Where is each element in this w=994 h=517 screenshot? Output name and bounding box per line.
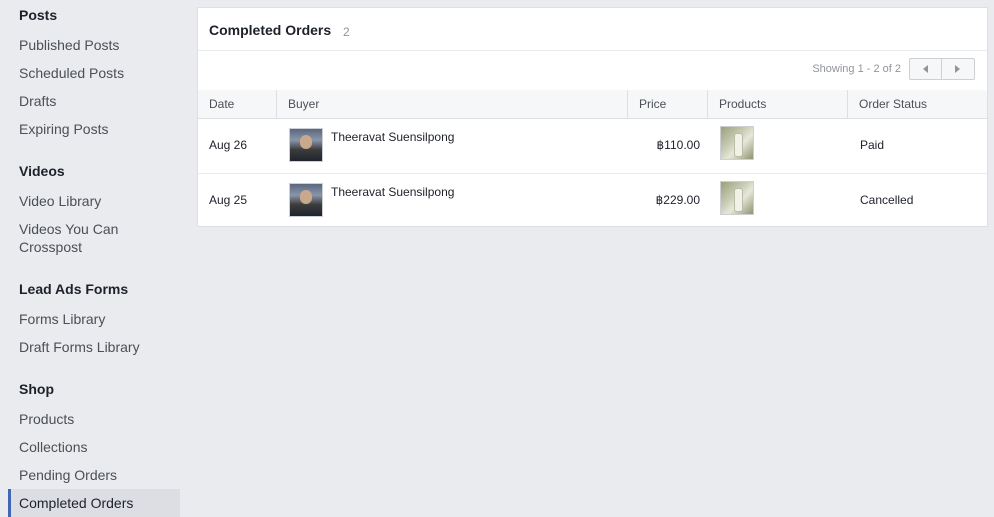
column-header-date[interactable]: Date (198, 90, 277, 118)
product-thumbnail[interactable] (720, 126, 754, 160)
order-price: ฿229.00 (655, 193, 700, 207)
sidebar-item-forms-library[interactable]: Forms Library (8, 310, 180, 328)
buyer-avatar[interactable] (289, 183, 323, 217)
sidebar-item-video-library[interactable]: Video Library (8, 192, 180, 210)
product-thumbnail[interactable] (720, 181, 754, 215)
sidebar-item-drafts[interactable]: Drafts (8, 92, 180, 110)
chevron-left-icon (923, 65, 928, 73)
order-count-badge: 2 (343, 25, 350, 39)
buyer-name[interactable]: Theeravat Suensilpong (331, 130, 454, 144)
table-header: Date Buyer Price Products Order Status (198, 90, 987, 119)
section-title-videos: Videos (19, 163, 65, 179)
sidebar-item-draft-forms-library[interactable]: Draft Forms Library (8, 338, 180, 356)
sidebar-item-completed-orders[interactable]: Completed Orders (8, 489, 180, 517)
sidebar-item-scheduled-posts[interactable]: Scheduled Posts (8, 64, 180, 82)
order-date: Aug 26 (209, 138, 248, 152)
buyer-name[interactable]: Theeravat Suensilpong (331, 185, 454, 199)
section-title-lead-ads-forms: Lead Ads Forms (19, 281, 129, 297)
page-title: Completed Orders (209, 22, 332, 38)
section-title-posts: Posts (19, 7, 58, 23)
sidebar: Posts Published Posts Scheduled Posts Dr… (0, 0, 180, 517)
sidebar-item-videos-you-can-crosspost[interactable]: Videos You Can Crosspost (8, 220, 158, 256)
sidebar-item-published-posts[interactable]: Published Posts (8, 36, 180, 54)
order-date: Aug 25 (209, 193, 248, 207)
pager-status: Showing 1 - 2 of 2 (812, 63, 901, 75)
table-row[interactable]: Aug 25 Theeravat Suensilpong ฿229.00 Can… (198, 173, 987, 228)
order-status: Cancelled (860, 193, 914, 207)
section-title-shop: Shop (19, 381, 54, 397)
column-header-products[interactable]: Products (708, 90, 848, 118)
sidebar-item-pending-orders[interactable]: Pending Orders (8, 466, 180, 484)
pager-bar: Showing 1 - 2 of 2 (198, 50, 987, 91)
sidebar-item-collections[interactable]: Collections (8, 438, 180, 456)
column-header-price[interactable]: Price (628, 90, 708, 118)
column-header-order-status[interactable]: Order Status (848, 90, 987, 118)
panel-header: Completed Orders 2 (198, 8, 987, 51)
sidebar-item-products[interactable]: Products (8, 410, 180, 428)
chevron-right-icon (955, 65, 960, 73)
order-status: Paid (860, 138, 885, 152)
completed-orders-panel: Completed Orders 2 Showing 1 - 2 of 2 Da… (197, 7, 988, 227)
previous-page-button[interactable] (909, 58, 942, 80)
next-page-button[interactable] (942, 58, 975, 80)
buyer-avatar[interactable] (289, 128, 323, 162)
column-header-buyer[interactable]: Buyer (277, 90, 628, 118)
table-row[interactable]: Aug 26 Theeravat Suensilpong ฿110.00 Pai… (198, 118, 987, 174)
order-price: ฿110.00 (656, 138, 700, 152)
sidebar-item-expiring-posts[interactable]: Expiring Posts (8, 120, 180, 138)
